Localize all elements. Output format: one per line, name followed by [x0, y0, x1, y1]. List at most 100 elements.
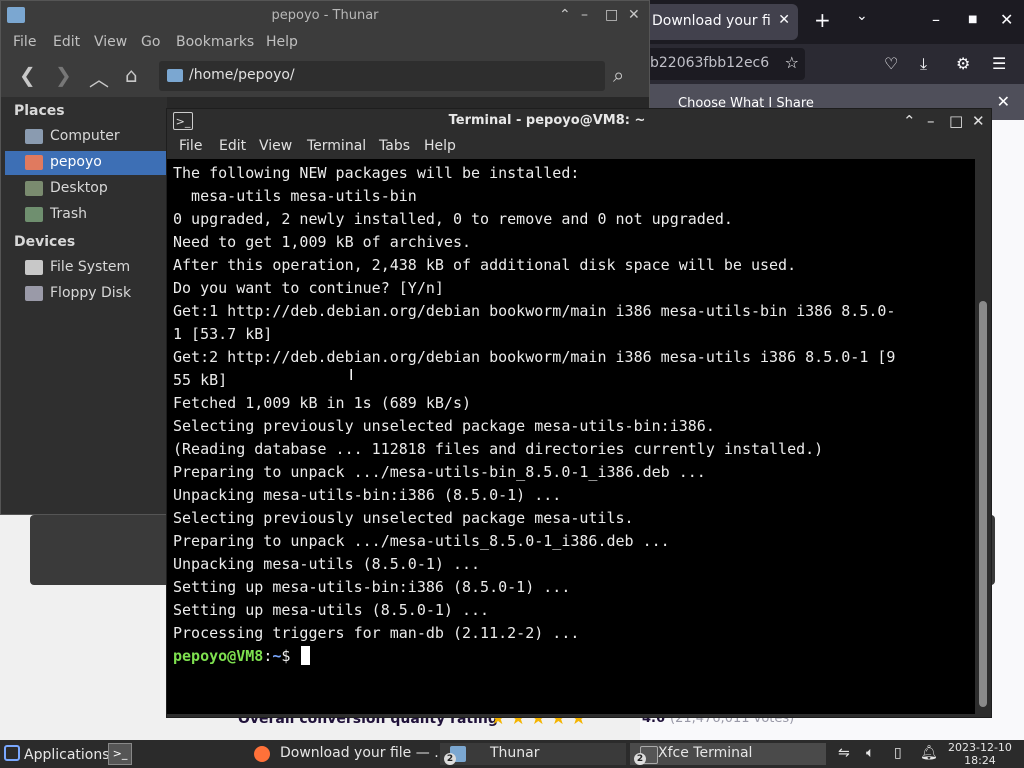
sidebar-item-trash[interactable]: Trash: [5, 203, 167, 227]
thunar-title: pepoyo - Thunar: [271, 8, 379, 23]
terminal-line: Setting up mesa-utils (8.5.0-1) ...: [173, 601, 490, 619]
taskbar-item-terminal[interactable]: 2 Xfce Terminal: [630, 743, 826, 765]
back-icon[interactable]: ❮: [19, 63, 36, 87]
url-text: b22063fbb12ec6: [650, 55, 770, 71]
search-icon[interactable]: ⌕: [613, 63, 624, 87]
menu-file[interactable]: File: [13, 34, 36, 50]
new-tab-button[interactable]: +: [814, 8, 831, 32]
terminal-menubar: File Edit View Terminal Tabs Help: [167, 135, 991, 159]
taskbar-item-label: Thunar: [490, 745, 540, 761]
clock[interactable]: 2023-12-10 18:24: [948, 741, 1012, 767]
ibeam-cursor-icon: I: [349, 366, 354, 384]
menu-tabs[interactable]: Tabs: [379, 138, 410, 154]
sidebar-item-computer[interactable]: Computer: [5, 125, 167, 149]
terminal-line: Unpacking mesa-utils (8.5.0-1) ...: [173, 555, 481, 573]
close-icon[interactable]: ✕: [1000, 10, 1013, 29]
maximize-icon[interactable]: □: [949, 112, 963, 130]
menu-help[interactable]: Help: [424, 138, 456, 154]
terminal-lines: The following NEW packages will be insta…: [173, 162, 895, 645]
xfce-icon: [4, 745, 20, 761]
terminal-scrollbar[interactable]: [975, 159, 991, 714]
bookmark-star-icon[interactable]: ☆: [785, 53, 799, 72]
maximize-icon[interactable]: □: [605, 7, 618, 23]
terminal-line: Preparing to unpack .../mesa-utils_8.5.0…: [173, 532, 670, 550]
sidebar-item-file-system[interactable]: File System: [5, 256, 167, 280]
minimize-icon[interactable]: –: [581, 7, 588, 23]
maximize-icon[interactable]: ■: [968, 14, 977, 25]
battery-icon[interactable]: ▯: [894, 745, 902, 761]
close-notification-icon[interactable]: ✕: [997, 92, 1010, 111]
terminal-line: Get:2 http://deb.debian.org/debian bookw…: [173, 348, 896, 366]
terminal-prompt: pepoyo@VM8:~$: [173, 645, 311, 668]
taskbar-item-label: Xfce Terminal: [658, 745, 753, 761]
downloads-icon[interactable]: ⤓: [920, 54, 927, 74]
terminal-line: (Reading database ... 112818 files and d…: [173, 440, 824, 458]
terminal-launcher-icon[interactable]: >_: [108, 743, 132, 765]
home-icon[interactable]: ⌂: [125, 63, 138, 87]
thunar-toolbar: ❮ ❯ ︿ ⌂ /home/pepoyo/ ⌕: [1, 55, 649, 97]
sidebar-item-label: Trash: [50, 206, 87, 222]
menu-view[interactable]: View: [94, 34, 127, 50]
notifications-icon[interactable]: 🔔︎: [920, 745, 938, 761]
floppy-icon: [25, 286, 43, 301]
terminal-window: >_ Terminal - pepoyo@VM8: ~ ⌃ – □ ✕ File…: [166, 108, 992, 718]
volume-icon[interactable]: 🔈︎: [866, 745, 874, 761]
sidebar-item-label: Floppy Disk: [50, 285, 132, 301]
menu-view[interactable]: View: [259, 138, 292, 154]
close-icon[interactable]: ✕: [628, 7, 640, 23]
terminal-line: Processing triggers for man-db (2.11.2-2…: [173, 624, 580, 642]
window-count-badge: 2: [634, 753, 646, 765]
sidebar-item-pepoyo[interactable]: pepoyo: [5, 151, 167, 175]
terminal-line: Fetched 1,009 kB in 1s (689 kB/s): [173, 394, 472, 412]
terminal-title: Terminal - pepoyo@VM8: ~: [448, 113, 646, 128]
scrollbar-thumb[interactable]: [979, 301, 987, 707]
devices-header: Devices: [14, 234, 76, 250]
sidebar-item-desktop[interactable]: Desktop: [5, 177, 167, 201]
location-path: /home/pepoyo/: [189, 67, 295, 83]
close-icon[interactable]: ✕: [972, 112, 985, 130]
applications-menu-button[interactable]: Applications: [4, 745, 110, 763]
forward-icon[interactable]: ❯: [55, 63, 72, 87]
minimize-icon[interactable]: –: [927, 112, 935, 130]
sidebar-item-floppy-disk[interactable]: Floppy Disk: [5, 282, 167, 306]
places-header: Places: [14, 103, 65, 119]
shade-icon[interactable]: ⌃: [903, 112, 916, 130]
tab-list-button[interactable]: ⌄: [856, 8, 868, 24]
terminal-output[interactable]: The following NEW packages will be insta…: [167, 159, 975, 714]
menu-edit[interactable]: Edit: [219, 138, 246, 154]
menu-icon[interactable]: ☰: [992, 54, 1006, 73]
extensions-icon[interactable]: ⚙: [956, 54, 970, 73]
taskbar-item-firefox[interactable]: Download your file — ...: [244, 743, 448, 765]
location-bar[interactable]: /home/pepoyo/: [159, 61, 605, 91]
terminal-line: 55 kB]: [173, 371, 228, 389]
taskbar-item-thunar[interactable]: 2 Thunar: [440, 743, 626, 765]
firefox-icon: [254, 746, 270, 762]
close-tab-icon[interactable]: ✕: [778, 12, 790, 28]
menu-edit[interactable]: Edit: [53, 34, 80, 50]
firefox-tab-bar: Download your file ✕ + ⌄ – ■ ✕: [640, 0, 1024, 44]
firefox-toolbar: b22063fbb12ec6 ☆ ♡ ⤓ ⚙ ☰: [640, 44, 1024, 84]
up-icon[interactable]: ︿: [89, 63, 109, 92]
thunar-titlebar: pepoyo - Thunar ⌃ – □ ✕: [1, 1, 649, 31]
minimize-icon[interactable]: –: [932, 10, 940, 29]
sidebar-item-label: Desktop: [50, 180, 108, 196]
menu-bookmarks[interactable]: Bookmarks: [176, 34, 254, 50]
firefox-tab[interactable]: Download your file ✕: [644, 4, 798, 40]
terminal-line: 0 upgraded, 2 newly installed, 0 to remo…: [173, 210, 733, 228]
menu-file[interactable]: File: [179, 138, 202, 154]
applications-label: Applications: [24, 747, 110, 763]
sidebar-item-label: Computer: [50, 128, 120, 144]
menu-go[interactable]: Go: [141, 34, 160, 50]
url-bar[interactable]: b22063fbb12ec6 ☆: [640, 48, 805, 80]
menu-terminal[interactable]: Terminal: [307, 138, 366, 154]
menu-help[interactable]: Help: [266, 34, 298, 50]
thunar-sidebar: Places Computer pepoyo Desktop Trash Dev…: [1, 97, 167, 514]
drive-icon: [25, 260, 43, 275]
trash-icon: [25, 207, 43, 222]
shade-icon[interactable]: ⌃: [559, 7, 571, 23]
prompt-sign: $: [281, 647, 300, 665]
network-icon[interactable]: ⇋: [838, 745, 850, 761]
pocket-icon[interactable]: ♡: [884, 54, 898, 73]
terminal-line: After this operation, 2,438 kB of additi…: [173, 256, 797, 274]
home-folder-icon: [25, 155, 43, 170]
